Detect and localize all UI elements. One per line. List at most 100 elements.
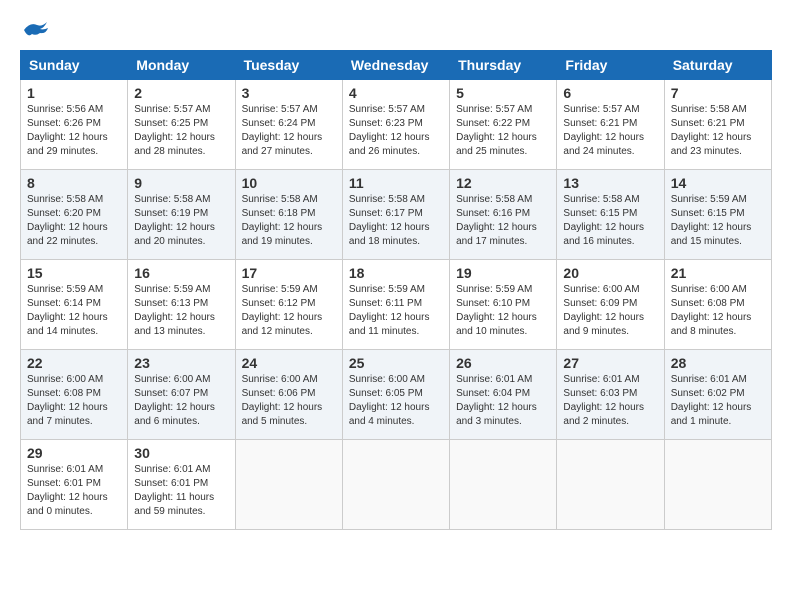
day-number: 12 — [456, 175, 550, 191]
day-info: Sunrise: 6:01 AM Sunset: 6:02 PM Dayligh… — [671, 373, 765, 429]
calendar-week-4: 22 Sunrise: 6:00 AM Sunset: 6:08 PM Dayli… — [21, 350, 772, 440]
calendar-cell — [557, 440, 664, 530]
day-info: Sunrise: 5:59 AM Sunset: 6:14 PM Dayligh… — [27, 283, 121, 339]
calendar-week-3: 15 Sunrise: 5:59 AM Sunset: 6:14 PM Dayli… — [21, 260, 772, 350]
calendar-cell: 18 Sunrise: 5:59 AM Sunset: 6:11 PM Dayli… — [342, 260, 449, 350]
calendar-cell: 2 Sunrise: 5:57 AM Sunset: 6:25 PM Daylig… — [128, 80, 235, 170]
calendar-cell: 3Sunrise: 5:57 AM Sunset: 6:24 PM Daylig… — [235, 80, 342, 170]
calendar-cell: 14 Sunrise: 5:59 AM Sunset: 6:15 PM Dayli… — [664, 170, 771, 260]
day-number: 11 — [349, 175, 443, 191]
day-info: Sunrise: 6:01 AM Sunset: 6:01 PM Dayligh… — [27, 463, 121, 519]
day-number: 28 — [671, 355, 765, 371]
page-header — [20, 20, 772, 40]
day-info: Sunrise: 5:58 AM Sunset: 6:19 PM Dayligh… — [134, 193, 228, 249]
calendar-cell — [235, 440, 342, 530]
day-info: Sunrise: 6:00 AM Sunset: 6:09 PM Dayligh… — [563, 283, 657, 339]
day-header-sunday: Sunday — [21, 51, 128, 80]
day-info: Sunrise: 6:00 AM Sunset: 6:05 PM Dayligh… — [349, 373, 443, 429]
calendar-cell: 19 Sunrise: 5:59 AM Sunset: 6:10 PM Dayli… — [450, 260, 557, 350]
day-number: 14 — [671, 175, 765, 191]
day-number: 27 — [563, 355, 657, 371]
day-info: Sunrise: 5:59 AM Sunset: 6:10 PM Dayligh… — [456, 283, 550, 339]
day-number: 1 — [27, 85, 121, 101]
day-number: 29 — [27, 445, 121, 461]
calendar-cell: 6 Sunrise: 5:57 AM Sunset: 6:21 PM Daylig… — [557, 80, 664, 170]
day-number: 25 — [349, 355, 443, 371]
day-info: Sunrise: 6:01 AM Sunset: 6:03 PM Dayligh… — [563, 373, 657, 429]
day-info: Sunrise: 6:00 AM Sunset: 6:06 PM Dayligh… — [242, 373, 336, 429]
calendar-cell: 15 Sunrise: 5:59 AM Sunset: 6:14 PM Dayli… — [21, 260, 128, 350]
day-info: Sunrise: 6:00 AM Sunset: 6:07 PM Dayligh… — [134, 373, 228, 429]
day-number: 20 — [563, 265, 657, 281]
day-number: 10 — [242, 175, 336, 191]
day-header-friday: Friday — [557, 51, 664, 80]
day-info: Sunrise: 5:58 AM Sunset: 6:16 PM Dayligh… — [456, 193, 550, 249]
day-number: 19 — [456, 265, 550, 281]
day-header-monday: Monday — [128, 51, 235, 80]
calendar-cell: 22 Sunrise: 6:00 AM Sunset: 6:08 PM Dayli… — [21, 350, 128, 440]
calendar-cell: 11 Sunrise: 5:58 AM Sunset: 6:17 PM Dayli… — [342, 170, 449, 260]
day-info: Sunrise: 5:59 AM Sunset: 6:12 PM Dayligh… — [242, 283, 336, 339]
day-number: 18 — [349, 265, 443, 281]
day-info: Sunrise: 5:59 AM Sunset: 6:13 PM Dayligh… — [134, 283, 228, 339]
calendar-week-5: 29 Sunrise: 6:01 AM Sunset: 6:01 PM Dayli… — [21, 440, 772, 530]
logo-bird-icon — [22, 20, 52, 40]
day-info: Sunrise: 5:58 AM Sunset: 6:15 PM Dayligh… — [563, 193, 657, 249]
day-number: 30 — [134, 445, 228, 461]
day-info: Sunrise: 5:58 AM Sunset: 6:21 PM Dayligh… — [671, 103, 765, 159]
calendar-cell: 23 Sunrise: 6:00 AM Sunset: 6:07 PM Dayli… — [128, 350, 235, 440]
calendar-cell: 20 Sunrise: 6:00 AM Sunset: 6:09 PM Dayli… — [557, 260, 664, 350]
day-info: Sunrise: 5:57 AM Sunset: 6:21 PM Dayligh… — [563, 103, 657, 159]
day-info: Sunrise: 6:01 AM Sunset: 6:04 PM Dayligh… — [456, 373, 550, 429]
calendar-cell: 21 Sunrise: 6:00 AM Sunset: 6:08 PM Dayli… — [664, 260, 771, 350]
day-number: 4 — [349, 85, 443, 101]
calendar-cell: 10 Sunrise: 5:58 AM Sunset: 6:18 PM Dayli… — [235, 170, 342, 260]
day-number: 13 — [563, 175, 657, 191]
day-info: Sunrise: 6:00 AM Sunset: 6:08 PM Dayligh… — [671, 283, 765, 339]
day-number: 21 — [671, 265, 765, 281]
day-number: 17 — [242, 265, 336, 281]
calendar-cell — [450, 440, 557, 530]
calendar-cell: 26 Sunrise: 6:01 AM Sunset: 6:04 PM Dayli… — [450, 350, 557, 440]
logo — [20, 20, 52, 40]
day-number: 2 — [134, 85, 228, 101]
day-info: Sunrise: 5:56 AM Sunset: 6:26 PM Dayligh… — [27, 103, 121, 159]
calendar-cell: 16Sunrise: 5:59 AM Sunset: 6:13 PM Dayli… — [128, 260, 235, 350]
calendar-cell: 8 Sunrise: 5:58 AM Sunset: 6:20 PM Daylig… — [21, 170, 128, 260]
calendar-cell: 13 Sunrise: 5:58 AM Sunset: 6:15 PM Dayli… — [557, 170, 664, 260]
day-info: Sunrise: 5:59 AM Sunset: 6:11 PM Dayligh… — [349, 283, 443, 339]
calendar-cell: 30 Sunrise: 6:01 AM Sunset: 6:01 PM Dayli… — [128, 440, 235, 530]
calendar-week-1: 1 Sunrise: 5:56 AM Sunset: 6:26 PM Daylig… — [21, 80, 772, 170]
day-number: 22 — [27, 355, 121, 371]
day-info: Sunrise: 5:59 AM Sunset: 6:15 PM Dayligh… — [671, 193, 765, 249]
calendar-cell: 5 Sunrise: 5:57 AM Sunset: 6:22 PM Daylig… — [450, 80, 557, 170]
calendar-cell: 12 Sunrise: 5:58 AM Sunset: 6:16 PM Dayli… — [450, 170, 557, 260]
day-number: 5 — [456, 85, 550, 101]
day-info: Sunrise: 5:57 AM Sunset: 6:25 PM Dayligh… — [134, 103, 228, 159]
day-info: Sunrise: 5:58 AM Sunset: 6:17 PM Dayligh… — [349, 193, 443, 249]
day-number: 9 — [134, 175, 228, 191]
day-number: 7 — [671, 85, 765, 101]
calendar-cell: 25 Sunrise: 6:00 AM Sunset: 6:05 PM Dayli… — [342, 350, 449, 440]
calendar-cell: 29 Sunrise: 6:01 AM Sunset: 6:01 PM Dayli… — [21, 440, 128, 530]
day-info: Sunrise: 6:00 AM Sunset: 6:08 PM Dayligh… — [27, 373, 121, 429]
day-number: 23 — [134, 355, 228, 371]
day-header-wednesday: Wednesday — [342, 51, 449, 80]
calendar-cell: 4Sunrise: 5:57 AM Sunset: 6:23 PM Daylig… — [342, 80, 449, 170]
day-info: Sunrise: 6:01 AM Sunset: 6:01 PM Dayligh… — [134, 463, 228, 519]
day-info: Sunrise: 5:57 AM Sunset: 6:22 PM Dayligh… — [456, 103, 550, 159]
calendar-cell — [664, 440, 771, 530]
day-number: 8 — [27, 175, 121, 191]
day-info: Sunrise: 5:58 AM Sunset: 6:20 PM Dayligh… — [27, 193, 121, 249]
day-header-thursday: Thursday — [450, 51, 557, 80]
day-number: 6 — [563, 85, 657, 101]
calendar-week-2: 8 Sunrise: 5:58 AM Sunset: 6:20 PM Daylig… — [21, 170, 772, 260]
day-number: 3 — [242, 85, 336, 101]
calendar-cell: 7 Sunrise: 5:58 AM Sunset: 6:21 PM Daylig… — [664, 80, 771, 170]
day-number: 26 — [456, 355, 550, 371]
calendar-cell: 27 Sunrise: 6:01 AM Sunset: 6:03 PM Dayli… — [557, 350, 664, 440]
day-info: Sunrise: 5:58 AM Sunset: 6:18 PM Dayligh… — [242, 193, 336, 249]
day-number: 15 — [27, 265, 121, 281]
calendar-cell: 9 Sunrise: 5:58 AM Sunset: 6:19 PM Daylig… — [128, 170, 235, 260]
calendar-header-row: SundayMondayTuesdayWednesdayThursdayFrid… — [21, 51, 772, 80]
